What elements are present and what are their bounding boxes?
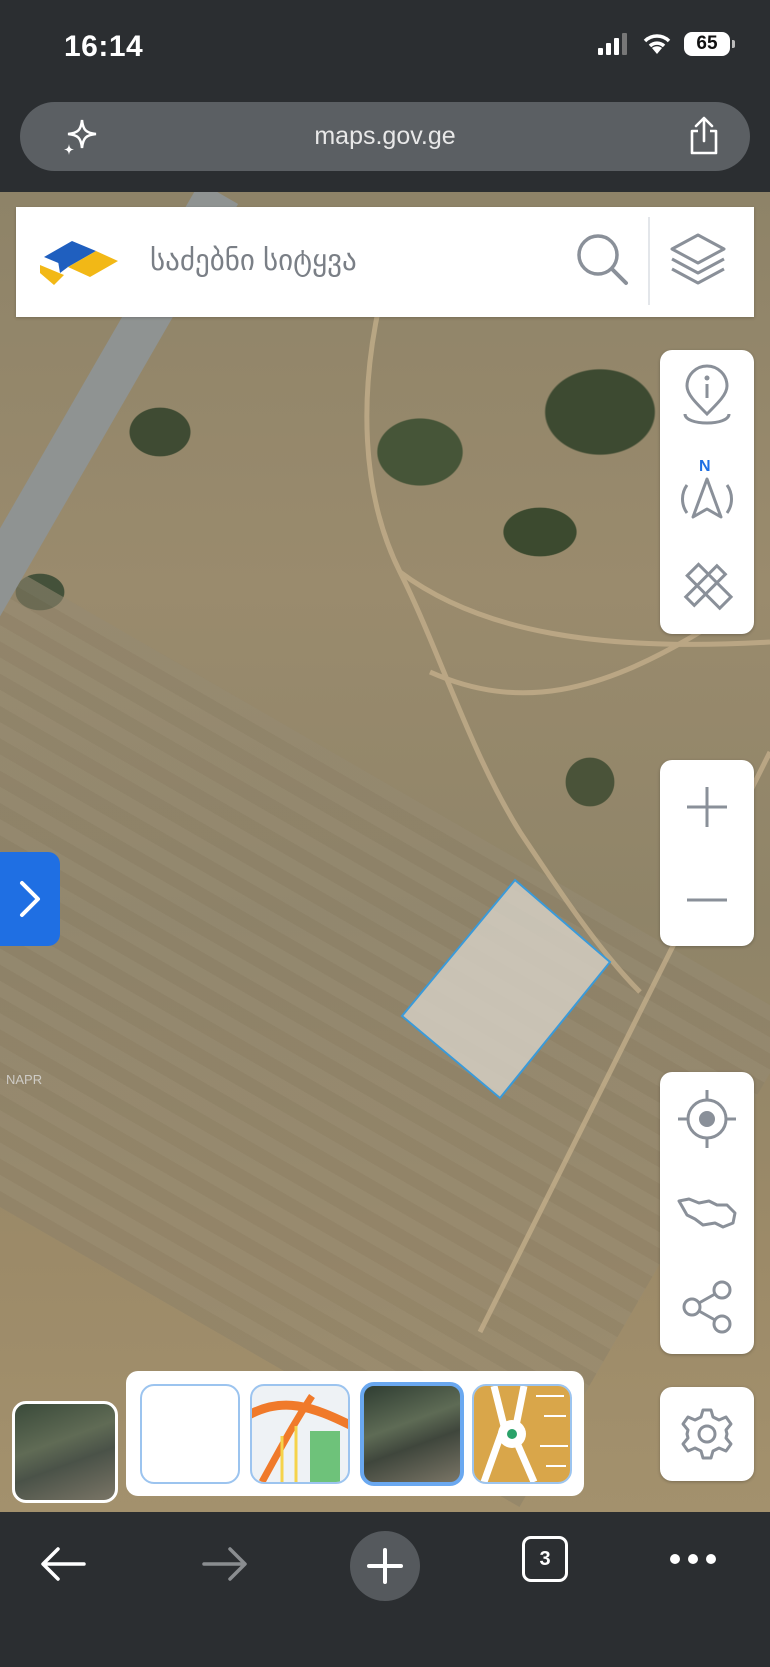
zoom-out-icon (687, 898, 727, 902)
satellite-map[interactable]: NAPR (0, 192, 770, 1512)
selected-parcel (400, 878, 612, 1100)
side-panel-toggle-button[interactable] (0, 852, 60, 946)
svg-text:N: N (699, 458, 711, 475)
cadastre-map-thumbnail (474, 1386, 570, 1482)
napr-logo (40, 241, 118, 285)
url-bar[interactable]: maps.gov.ge (20, 102, 750, 171)
measure-ruler-pencil-icon (683, 562, 734, 611)
search-input[interactable]: საძებნი სიტყვა (150, 243, 357, 278)
divider (648, 217, 650, 305)
zoom-out-button[interactable] (660, 854, 754, 946)
signal-icon (598, 33, 627, 55)
georgia-extent-button[interactable] (660, 1166, 754, 1260)
url-text[interactable]: maps.gov.ge (20, 122, 750, 151)
gear-icon (681, 1408, 733, 1460)
map-overlay (364, 301, 770, 1334)
measure-button[interactable] (660, 540, 754, 634)
north-compass-icon: N (680, 458, 734, 519)
share-icon[interactable] (686, 116, 722, 156)
browser-toolbar (0, 1512, 770, 1667)
forward-arrow-icon[interactable] (200, 1544, 250, 1584)
share-icon (682, 1280, 732, 1334)
zoom-in-button[interactable] (660, 760, 754, 854)
status-icons: 65 (598, 32, 735, 56)
search-panel: საძებნი სიტყვა (16, 207, 754, 317)
basemap-satellite[interactable] (360, 1382, 464, 1486)
settings-button[interactable] (660, 1387, 754, 1481)
locate-button[interactable] (660, 1072, 754, 1166)
more-options-icon[interactable] (668, 1552, 718, 1566)
minimap-thumbnail[interactable] (12, 1401, 118, 1503)
tabs-button[interactable]: 3 (522, 1536, 568, 1582)
info-button[interactable] (660, 350, 754, 444)
new-tab-button[interactable] (349, 1530, 421, 1602)
wifi-icon (643, 34, 671, 54)
basemap-street[interactable] (250, 1384, 350, 1484)
location-tools-group (660, 1072, 754, 1354)
street-map-thumbnail (252, 1394, 348, 1482)
compass-button[interactable]: N (660, 444, 754, 540)
chevron-right-icon (20, 881, 40, 917)
back-arrow-icon[interactable] (38, 1544, 88, 1584)
locate-me-icon (678, 1090, 736, 1148)
info-pin-icon (683, 364, 731, 425)
status-bar: 16:14 65 (0, 0, 770, 95)
status-time: 16:14 (64, 30, 144, 63)
zoom-in-icon (687, 787, 727, 827)
battery-indicator: 65 (684, 32, 735, 56)
basemap-blank[interactable] (140, 1384, 240, 1484)
basemap-cadastre[interactable] (472, 1384, 572, 1484)
georgia-extent-icon (677, 1197, 737, 1229)
map-tools-group: N (660, 350, 754, 634)
search-icon[interactable] (572, 229, 632, 289)
layers-icon[interactable] (666, 227, 730, 291)
zoom-group (660, 760, 754, 946)
napr-watermark: NAPR (6, 1072, 43, 1087)
basemap-switcher (126, 1371, 584, 1496)
share-map-button[interactable] (660, 1260, 754, 1354)
